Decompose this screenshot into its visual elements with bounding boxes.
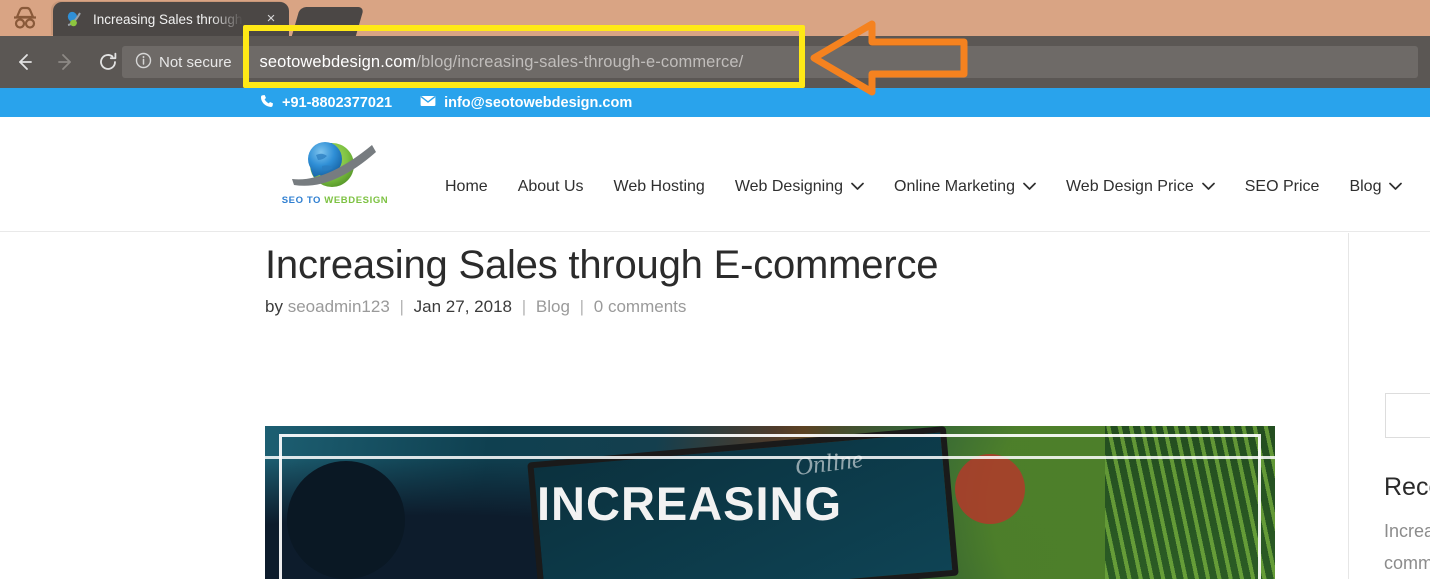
phone-icon — [260, 94, 274, 112]
nav-item-blog[interactable]: Blog — [1334, 178, 1417, 196]
contact-email[interactable]: info@seotowebdesign.com — [420, 95, 632, 111]
sidebar: Rece Increa comm How I Desig more — [1370, 233, 1430, 579]
envelope-icon — [420, 95, 436, 111]
url-path: /blog/increasing-sales-through-e-commerc… — [416, 52, 744, 71]
back-button[interactable] — [10, 48, 38, 76]
logo-wordmark: SEO TO WEBDESIGN — [276, 195, 394, 206]
post-category[interactable]: Blog — [536, 297, 570, 316]
security-status[interactable]: Not secure — [122, 46, 245, 78]
phone-number: +91-8802377021 — [282, 94, 393, 111]
chevron-down-icon — [1023, 178, 1036, 196]
nav-label: Home — [445, 178, 488, 195]
post-date: Jan 27, 2018 — [413, 297, 512, 316]
info-circle-icon — [135, 52, 152, 73]
list-item[interactable]: Increa comm — [1384, 516, 1430, 579]
nav-label: Blog — [1349, 178, 1382, 195]
nav-item-about-us[interactable]: About Us — [503, 178, 599, 196]
meta-separator: | — [521, 297, 527, 316]
tab-strip: Increasing Sales through × — [0, 0, 1430, 36]
tab-title: Increasing Sales through — [93, 11, 243, 27]
forward-button[interactable] — [52, 48, 80, 76]
content-sidebar-divider — [1348, 233, 1349, 579]
nav-label: Web Design Price — [1065, 178, 1194, 195]
email-address: info@seotowebdesign.com — [444, 94, 633, 111]
site-topbar: +91-8802377021 info@seotowebdesign.com — [0, 88, 1430, 117]
reload-button[interactable] — [94, 48, 122, 76]
site-favicon — [65, 10, 83, 28]
sidebar-heading-recent-posts: Rece — [1384, 473, 1430, 501]
nav-item-seo-price[interactable]: SEO Price — [1230, 178, 1335, 196]
main-navigation: Home About Us Web Hosting Web Designing … — [430, 169, 1430, 205]
url-display[interactable]: seotowebdesign.com/blog/increasing-sales… — [246, 53, 744, 72]
close-icon[interactable]: × — [263, 11, 279, 27]
web-page: +91-8802377021 info@seotowebdesign.com S… — [0, 88, 1430, 579]
nav-label: Online Marketing — [894, 178, 1015, 195]
address-bar[interactable]: Not secure seotowebdesign.com/blog/incre… — [122, 46, 1418, 78]
search-input[interactable] — [1385, 393, 1430, 438]
url-host: seotowebdesign.com — [259, 52, 417, 71]
nav-label: SEO Price — [1244, 178, 1320, 195]
chevron-down-icon — [851, 178, 864, 196]
contact-phone[interactable]: +91-8802377021 — [260, 94, 392, 112]
post-author[interactable]: seoadmin123 — [288, 297, 390, 316]
nav-item-online-marketing[interactable]: Online Marketing — [879, 178, 1051, 196]
nav-item-home[interactable]: Home — [430, 178, 503, 196]
meta-separator: | — [399, 297, 404, 316]
globe-logo-icon — [286, 135, 382, 195]
featured-image: Online INCREASING — [265, 426, 1275, 579]
nav-label: Web Hosting — [613, 178, 705, 195]
nav-item-web-design-price[interactable]: Web Design Price — [1051, 178, 1230, 196]
post-by-label: by — [265, 297, 283, 316]
site-logo[interactable]: SEO TO WEBDESIGN — [276, 135, 394, 217]
site-header: SEO TO WEBDESIGN Home About Us Web Hosti… — [0, 117, 1430, 232]
logo-word-web: WEBDESIGN — [324, 195, 389, 206]
nav-item-location[interactable]: Locat — [1417, 178, 1430, 196]
logo-word-seo: SEO TO — [281, 195, 325, 206]
nav-item-web-designing[interactable]: Web Designing — [720, 178, 879, 196]
security-label: Not secure — [159, 53, 232, 71]
meta-separator: | — [579, 297, 585, 316]
browser-tab[interactable]: Increasing Sales through × — [53, 2, 289, 36]
new-tab-shape[interactable] — [291, 7, 365, 36]
browser-chrome: Increasing Sales through × Not secure se… — [0, 0, 1430, 96]
incognito-hat-icon — [8, 4, 42, 32]
pointer-arrow-annotation — [810, 20, 968, 96]
image-frame-line — [265, 456, 1275, 459]
nav-label: About Us — [517, 178, 584, 195]
browser-toolbar: Not secure seotowebdesign.com/blog/incre… — [0, 36, 1430, 88]
nav-item-web-hosting[interactable]: Web Hosting — [599, 178, 720, 196]
chevron-down-icon — [1201, 178, 1215, 196]
post-comments-count[interactable]: 0 comments — [594, 297, 687, 316]
page-title: Increasing Sales through E-commerce — [265, 243, 939, 287]
chevron-down-icon — [1389, 178, 1403, 196]
post-meta: by seoadmin123 | Jan 27, 2018 | Blog | 0… — [265, 297, 686, 317]
nav-label: Web Designing — [734, 178, 844, 195]
